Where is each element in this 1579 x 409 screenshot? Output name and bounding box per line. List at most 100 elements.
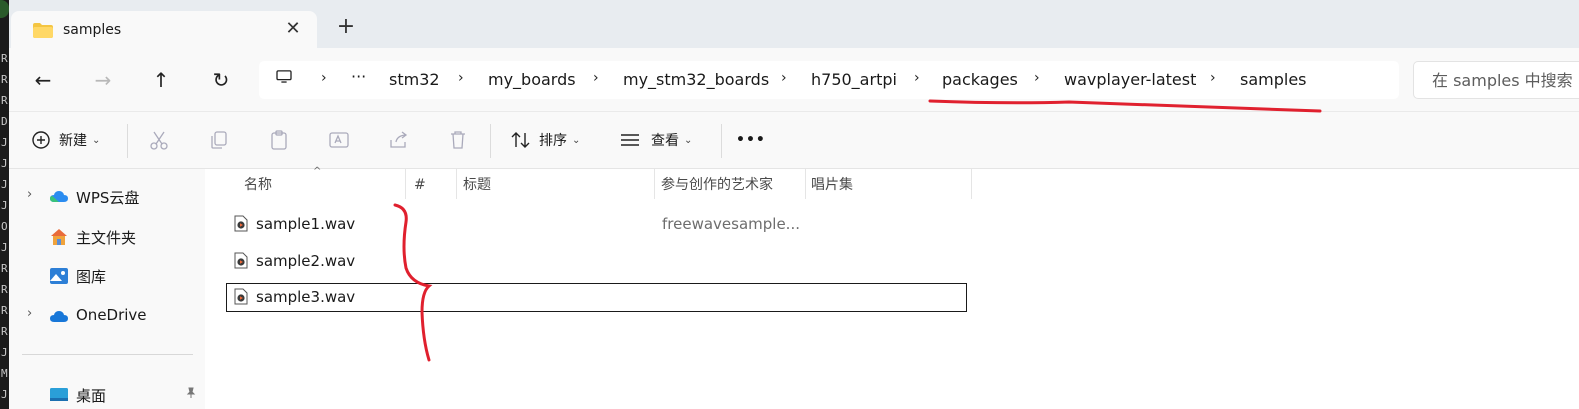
breadcrumb-samples[interactable]: samples xyxy=(1240,70,1307,89)
terminal-text-glyph: O xyxy=(1,220,8,233)
file-artist: freewavesample... xyxy=(662,215,800,233)
audio-file-icon xyxy=(234,252,248,269)
rename-icon[interactable] xyxy=(327,126,351,154)
navigation-row: ← → ↑ ↻ › ··· stm32 › my_boards › my_stm… xyxy=(9,48,1579,111)
breadcrumb-separator[interactable]: › xyxy=(914,70,920,86)
column-header-number[interactable]: # xyxy=(414,169,426,199)
expand-chevron-icon[interactable]: › xyxy=(27,187,32,202)
breadcrumb-separator[interactable]: › xyxy=(458,70,464,86)
expand-chevron-icon[interactable]: › xyxy=(27,306,32,321)
more-options-button[interactable]: ••• xyxy=(736,126,766,154)
paste-icon[interactable] xyxy=(267,126,291,154)
terminal-text-glyph: R xyxy=(1,283,8,296)
terminal-text-glyph: R xyxy=(1,94,8,107)
breadcrumb-stm32[interactable]: stm32 xyxy=(389,70,440,89)
file-row[interactable]: sample1.wav freewavesample... xyxy=(226,210,967,239)
new-button[interactable]: 新建 ⌄ xyxy=(29,126,100,154)
terminal-text-glyph: J xyxy=(1,346,8,359)
file-row-focused[interactable]: sample3.wav xyxy=(226,283,967,312)
share-icon[interactable] xyxy=(387,126,411,154)
file-name: sample3.wav xyxy=(256,288,356,306)
column-divider[interactable] xyxy=(654,169,655,199)
breadcrumb-separator[interactable]: › xyxy=(593,70,599,86)
column-divider[interactable] xyxy=(456,169,457,199)
breadcrumb-my-stm32-boards[interactable]: my_stm32_boards xyxy=(623,70,769,89)
sidebar-item-label: OneDrive xyxy=(76,306,147,324)
toolbar-divider xyxy=(721,124,722,158)
back-button[interactable]: ← xyxy=(28,65,58,95)
column-divider[interactable] xyxy=(405,169,406,199)
title-bar: samples ✕ + xyxy=(9,0,1579,48)
breadcrumb-separator[interactable]: › xyxy=(1210,70,1216,86)
sidebar-divider xyxy=(22,354,193,355)
breadcrumb-separator[interactable]: › xyxy=(1034,70,1040,86)
command-bar: 新建 ⌄ 排序 ⌄ 查看 ⌄ ••• xyxy=(9,111,1579,169)
list-view-icon xyxy=(621,134,639,146)
terminal-text-glyph: M xyxy=(1,367,8,380)
breadcrumb-separator[interactable]: › xyxy=(781,70,787,86)
cloud-icon xyxy=(50,191,68,202)
copy-icon[interactable] xyxy=(207,126,231,154)
chevron-down-icon: ⌄ xyxy=(92,134,101,146)
terminal-text-glyph: J xyxy=(1,388,8,401)
forward-button[interactable]: → xyxy=(88,65,118,95)
new-tab-button[interactable]: + xyxy=(335,16,357,38)
this-pc-icon[interactable] xyxy=(275,70,293,84)
address-bar[interactable]: › ··· stm32 › my_boards › my_stm32_board… xyxy=(259,61,1399,99)
sidebar-item-desktop[interactable]: 桌面 xyxy=(9,383,205,407)
file-row[interactable]: sample2.wav xyxy=(226,247,967,276)
breadcrumb-my-boards[interactable]: my_boards xyxy=(488,70,576,89)
breadcrumb-overflow-button[interactable]: ··· xyxy=(351,67,366,86)
breadcrumb-packages[interactable]: packages xyxy=(942,70,1018,89)
desktop-icon xyxy=(50,388,68,401)
terminal-text-glyph: J xyxy=(1,136,8,149)
chevron-down-icon: ⌄ xyxy=(684,134,693,146)
sort-button[interactable]: 排序 ⌄ xyxy=(509,126,580,154)
terminal-text-glyph: R xyxy=(1,304,8,317)
tab-samples[interactable]: samples ✕ xyxy=(11,11,317,48)
terminal-text-glyph: D xyxy=(1,115,8,128)
column-divider[interactable] xyxy=(805,169,806,199)
up-button[interactable]: ↑ xyxy=(146,65,176,95)
gallery-icon xyxy=(50,268,68,284)
new-button-label: 新建 xyxy=(59,133,87,149)
audio-file-icon xyxy=(234,288,248,305)
refresh-button[interactable]: ↻ xyxy=(206,65,236,95)
column-header-album[interactable]: 唱片集 xyxy=(811,169,853,199)
toolbar-divider xyxy=(127,124,128,158)
column-header-artist[interactable]: 参与创作的艺术家 xyxy=(661,169,773,199)
view-button-label: 查看 xyxy=(651,133,679,149)
tab-title: samples xyxy=(63,22,122,38)
folder-icon xyxy=(33,23,53,38)
sidebar-item-onedrive[interactable]: › OneDrive xyxy=(9,304,205,328)
home-icon xyxy=(51,229,67,245)
breadcrumb-h750-artpi[interactable]: h750_artpi xyxy=(811,70,897,89)
terminal-text-glyph: R xyxy=(1,325,8,338)
column-header-title[interactable]: 标题 xyxy=(463,169,491,199)
column-header-name[interactable]: 名称 xyxy=(244,169,272,199)
terminal-text-glyph: R xyxy=(1,262,8,275)
delete-icon[interactable] xyxy=(446,126,470,154)
sidebar-item-label: 桌面 xyxy=(76,387,107,405)
terminal-text-glyph: J xyxy=(1,199,8,212)
sort-button-label: 排序 xyxy=(539,133,567,149)
file-explorer-window: samples ✕ + ← → ↑ ↻ › ··· stm32 › my_boa… xyxy=(9,0,1579,409)
search-input[interactable] xyxy=(1430,70,1579,91)
sidebar-item-label: WPS云盘 xyxy=(76,189,140,207)
onedrive-icon xyxy=(50,311,68,322)
sidebar-item-home[interactable]: 主文件夹 xyxy=(9,225,205,249)
breadcrumb-separator[interactable]: › xyxy=(321,70,327,86)
sidebar-item-gallery[interactable]: 图库 xyxy=(9,264,205,288)
column-divider[interactable] xyxy=(971,169,972,199)
search-box[interactable] xyxy=(1413,61,1579,99)
sidebar-item-wps-cloud[interactable]: › WPS云盘 xyxy=(9,185,205,209)
cut-icon[interactable] xyxy=(147,126,171,154)
view-button[interactable]: 查看 ⌄ xyxy=(618,126,692,154)
pin-icon xyxy=(186,387,196,398)
close-tab-icon[interactable]: ✕ xyxy=(283,18,303,39)
audio-file-icon xyxy=(234,215,248,232)
plus-circle-icon xyxy=(32,131,50,149)
terminal-text-glyph: R xyxy=(1,73,8,86)
file-name: sample1.wav xyxy=(256,215,356,233)
breadcrumb-wavplayer-latest[interactable]: wavplayer-latest xyxy=(1064,70,1196,89)
